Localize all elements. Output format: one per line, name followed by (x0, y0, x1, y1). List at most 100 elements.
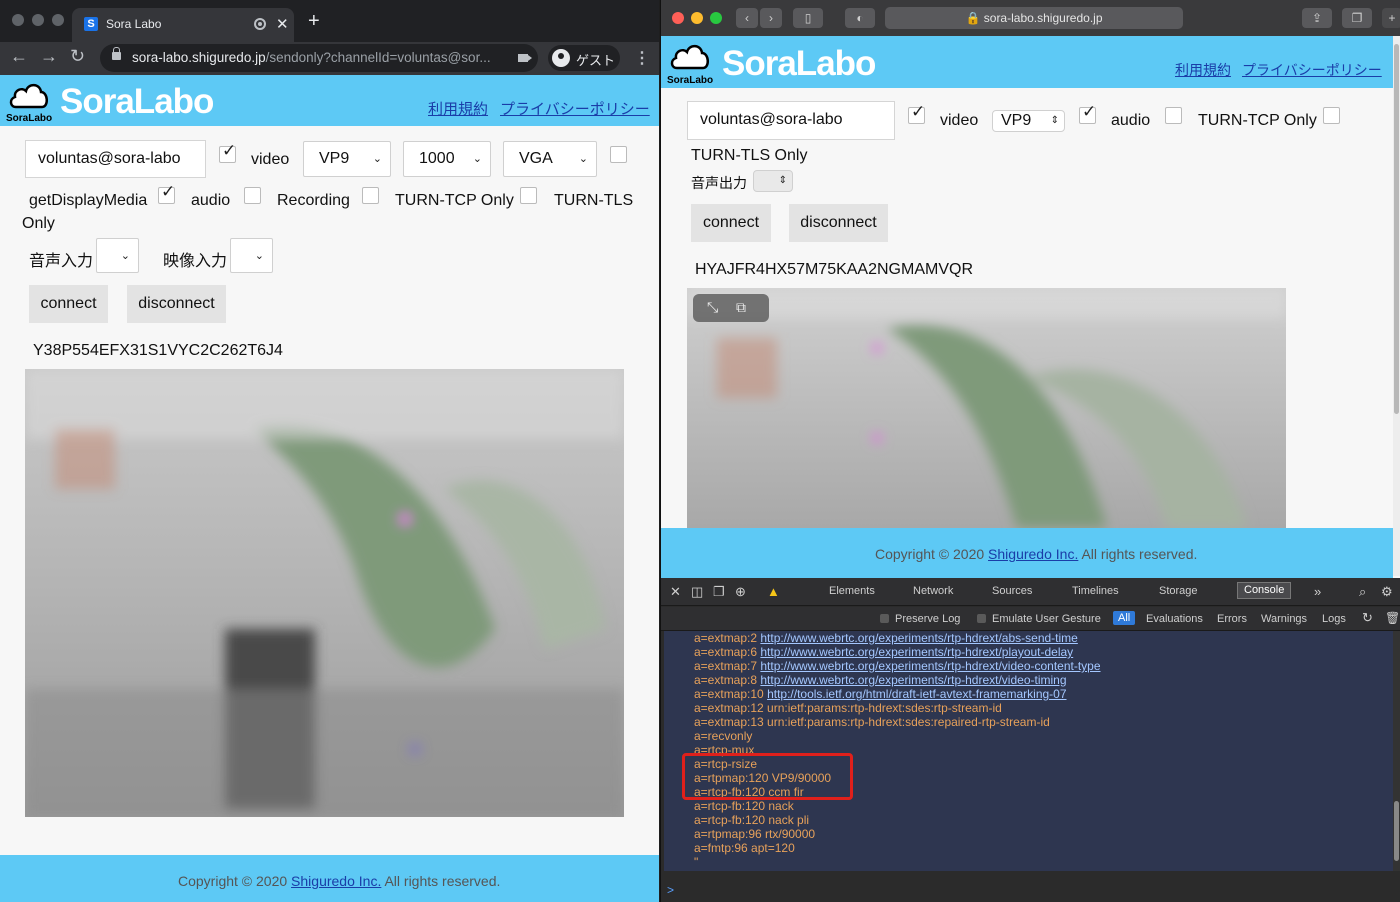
audio-label: audio (1111, 112, 1151, 129)
video-codec-select[interactable]: VP9 ⌄ (303, 141, 391, 177)
recording-indicator-icon (254, 18, 266, 30)
brand-title: SoraLabo (722, 44, 876, 83)
get-display-media-checkbox[interactable] (610, 146, 627, 163)
audio-checkbox[interactable] (158, 182, 175, 204)
omnibox[interactable]: sora-labo.shiguredo.jp/sendonly?channelI… (100, 44, 538, 72)
tab-network[interactable]: Network (913, 585, 953, 597)
disconnect-button[interactable]: disconnect (127, 285, 226, 323)
disconnect-button[interactable]: disconnect (789, 204, 888, 242)
console-link[interactable]: http://tools.ietf.org/html/draft-ietf-av… (767, 687, 1066, 701)
tab-timelines[interactable]: Timelines (1072, 585, 1119, 597)
console-scrollbar[interactable] (1393, 631, 1400, 871)
terms-link[interactable]: 利用規約 (1175, 60, 1231, 80)
turn-tcp-checkbox[interactable] (362, 187, 379, 204)
terms-link[interactable]: 利用規約 (428, 98, 488, 119)
undock-icon[interactable]: ❐ (713, 584, 725, 600)
recording-checkbox[interactable] (244, 187, 261, 204)
video-label: video (940, 112, 979, 129)
console-link[interactable]: http://www.webrtc.org/experiments/rtp-hd… (760, 645, 1073, 659)
filter-warnings[interactable]: Warnings (1261, 613, 1307, 625)
filter-evaluations[interactable]: Evaluations (1146, 613, 1203, 625)
video-checkbox[interactable] (908, 102, 925, 124)
browser-tab[interactable]: S Sora Labo ✕ (72, 8, 294, 42)
profile-button[interactable]: ゲスト (548, 45, 620, 71)
channel-id-input[interactable]: voluntas@sora-labo (687, 101, 895, 140)
turn-tcp-label: TURN-TCP Only (1198, 112, 1317, 129)
gear-icon[interactable]: ⚙ (1381, 584, 1393, 600)
connect-button[interactable]: connect (29, 285, 108, 323)
dock-icon[interactable]: ◫ (691, 584, 703, 600)
filter-errors[interactable]: Errors (1217, 613, 1247, 625)
shield-icon[interactable]: ◐ (845, 8, 875, 28)
target-icon[interactable]: ⊕ (735, 584, 746, 600)
get-display-media-label-cont: Only (22, 215, 55, 232)
tab-close-icon[interactable]: ✕ (276, 15, 289, 33)
page-scrollbar[interactable] (1393, 36, 1400, 576)
privacy-link[interactable]: プライバシーポリシー (500, 98, 650, 119)
back-icon[interactable]: ← (10, 46, 28, 67)
audio-input-select[interactable]: ⌄ (96, 238, 139, 273)
stepper-icon: ⇕ (1050, 115, 1059, 126)
safari-toolbar: ‹ › ▯ ◐ 🔒 sora-labo.shiguredo.jp ⇪ ❐ + (661, 0, 1400, 36)
tab-elements[interactable]: Elements (829, 585, 875, 597)
console-link[interactable]: http://www.webrtc.org/experiments/rtp-hd… (760, 673, 1066, 687)
privacy-link[interactable]: プライバシーポリシー (1242, 60, 1382, 80)
emulate-gesture-toggle[interactable]: Emulate User Gesture (977, 613, 1101, 625)
audio-output-label: 音声出力 (691, 175, 747, 191)
connect-button[interactable]: connect (691, 204, 771, 242)
camera-icon[interactable] (518, 54, 532, 62)
new-tab-button[interactable]: + (308, 10, 320, 33)
reload-icon[interactable]: ↻ (1362, 610, 1373, 626)
audio-output-select[interactable]: ⇕ (753, 170, 793, 192)
video-checkbox[interactable] (219, 141, 236, 163)
shiguredo-link[interactable]: Shiguredo Inc. (988, 546, 1078, 562)
fullscreen-icon[interactable]: ⤡ (707, 299, 718, 316)
tabs-icon[interactable]: ❐ (1342, 8, 1372, 28)
picture-in-picture-icon[interactable]: ⧉ (736, 299, 746, 316)
console-prompt[interactable]: > (667, 883, 674, 897)
bitrate-select[interactable]: 1000 ⌄ (403, 141, 491, 177)
tab-sources[interactable]: Sources (992, 585, 1032, 597)
console-link[interactable]: http://www.webrtc.org/experiments/rtp-hd… (760, 659, 1100, 673)
preserve-log-toggle[interactable]: Preserve Log (879, 613, 960, 625)
tab-storage[interactable]: Storage (1159, 585, 1198, 597)
sidebar-icon[interactable]: ▯ (793, 8, 823, 28)
turn-tls-checkbox[interactable] (520, 187, 537, 204)
window-zoom-button[interactable] (52, 14, 64, 26)
web-inspector: ✕ ◫ ❐ ⊕ ▲ Elements Network Sources Timel… (661, 578, 1400, 902)
window-zoom-button[interactable] (710, 12, 722, 24)
reload-icon[interactable]: ↻ (70, 46, 85, 67)
channel-id-input[interactable]: voluntas@sora-labo (25, 140, 206, 178)
trash-icon[interactable]: 🗑 (1385, 611, 1400, 625)
address-bar[interactable]: 🔒 sora-labo.shiguredo.jp (885, 7, 1183, 29)
menu-icon[interactable]: ⋮ (634, 48, 650, 68)
tab-console[interactable]: Console (1237, 582, 1292, 599)
warning-icon[interactable]: ▲ (767, 584, 780, 599)
video-codec-select[interactable]: VP9 ⇕ (992, 110, 1065, 132)
filter-all[interactable]: All (1113, 611, 1136, 625)
window-close-button[interactable] (12, 14, 24, 26)
search-icon[interactable]: ⌕ (1359, 584, 1366, 600)
new-tab-icon[interactable]: + (1382, 8, 1400, 28)
more-tabs-icon[interactable]: » (1314, 584, 1321, 599)
window-minimize-button[interactable] (32, 14, 44, 26)
back-icon[interactable]: ‹ (736, 8, 758, 28)
video-input-select[interactable]: ⌄ (230, 238, 273, 273)
video-input-label: 映像入力 (163, 253, 228, 270)
forward-icon[interactable]: › (760, 8, 782, 28)
inspector-tabbar: ✕ ◫ ❐ ⊕ ▲ Elements Network Sources Timel… (661, 578, 1400, 606)
close-icon[interactable]: ✕ (670, 584, 681, 600)
window-close-button[interactable] (672, 12, 684, 24)
filter-logs[interactable]: Logs (1322, 613, 1346, 625)
shiguredo-link[interactable]: Shiguredo Inc. (291, 873, 381, 889)
window-minimize-button[interactable] (691, 12, 703, 24)
turn-tls-checkbox[interactable] (1323, 107, 1340, 124)
audio-checkbox[interactable] (1079, 102, 1096, 124)
console-link[interactable]: http://www.webrtc.org/experiments/rtp-hd… (760, 631, 1077, 645)
share-icon[interactable]: ⇪ (1302, 8, 1332, 28)
resolution-select[interactable]: VGA ⌄ (503, 141, 597, 177)
forward-icon[interactable]: → (40, 46, 58, 67)
video-controls: ⤡ ⧉ (693, 294, 769, 322)
console-line: a=extmap:7 http://www.webrtc.org/experim… (694, 659, 1101, 673)
turn-tcp-checkbox[interactable] (1165, 107, 1182, 124)
